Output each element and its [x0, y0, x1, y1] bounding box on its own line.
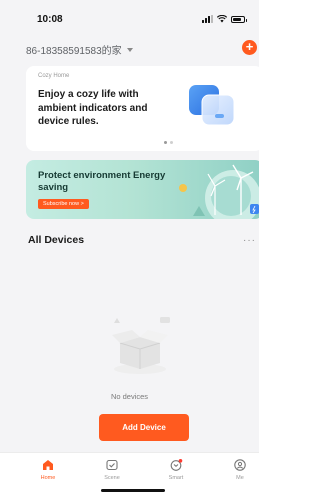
banner-title: Protect environment Energy saving [38, 170, 166, 193]
scene-icon [106, 459, 118, 471]
battery-level [233, 17, 241, 21]
plus-icon: + [245, 39, 254, 54]
home-icon [43, 460, 53, 470]
carousel-dots [164, 141, 173, 144]
tab-smart[interactable]: Smart [154, 458, 198, 481]
smart-icon [170, 459, 183, 471]
wifi-icon [217, 15, 227, 23]
header: 86-18358591583的家 + [0, 38, 259, 60]
all-devices-title: All Devices [28, 234, 85, 246]
signal-icon [202, 15, 213, 23]
home-name: 86-18358591583的家 [26, 46, 122, 57]
more-options-button[interactable]: ··· [243, 235, 256, 246]
status-bar: 10:08 [0, 0, 259, 34]
empty-box-icon [112, 317, 170, 374]
app-screen: 10:08 86-18358591583的家 + Cozy Home Enjoy… [0, 0, 259, 495]
status-time: 10:08 [37, 14, 63, 25]
tab-scene-label: Scene [104, 475, 120, 481]
home-indicator [101, 489, 165, 492]
chevron-down-icon [126, 47, 133, 52]
cozy-card-text: Enjoy a cozy life with ambient indicator… [38, 89, 148, 127]
tab-home[interactable]: Home [26, 458, 70, 481]
tab-smart-label: Smart [168, 475, 184, 481]
ambient-light-illustration [189, 85, 235, 126]
energy-banner[interactable]: Protect environment Energy saving Subscr… [26, 160, 259, 219]
empty-state-text: No devices [110, 392, 149, 401]
me-icon [234, 459, 246, 471]
add-button[interactable]: + [242, 40, 257, 55]
tab-me[interactable]: Me [218, 458, 259, 481]
cozy-home-card[interactable]: Cozy Home Enjoy a cozy life with ambient… [26, 66, 259, 151]
tab-home-label: Home [40, 475, 56, 481]
tab-me-label: Me [236, 475, 244, 481]
battery-icon [231, 15, 247, 23]
add-device-button[interactable]: Add Device [99, 414, 189, 441]
cozy-card-tag: Cozy Home [38, 73, 70, 79]
status-icons [202, 15, 247, 23]
tab-scene[interactable]: Scene [90, 458, 134, 481]
wind-turbine-illustration [179, 164, 259, 219]
home-selector[interactable]: 86-18358591583的家 [26, 42, 133, 57]
subscribe-button[interactable]: Subscribe now > [38, 199, 89, 209]
